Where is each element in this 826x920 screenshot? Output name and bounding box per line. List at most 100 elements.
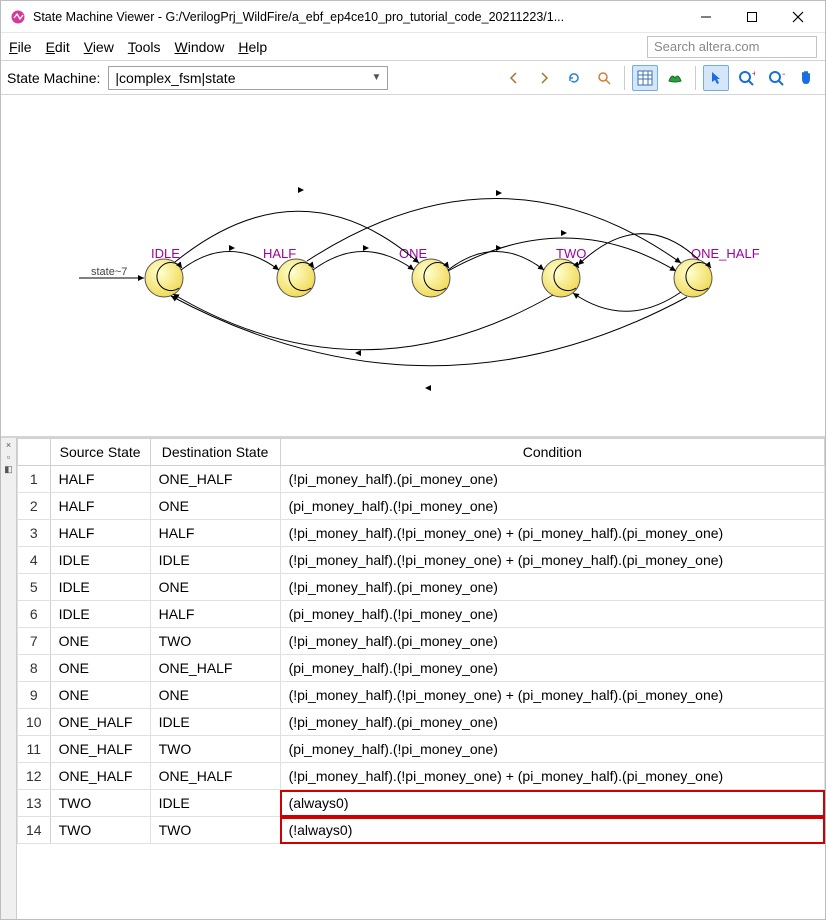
pan-tool-button[interactable] <box>793 65 819 91</box>
state-machine-value: |complex_fsm|state <box>115 70 235 86</box>
table-row[interactable]: 1HALFONE_HALF(!pi_money_half).(pi_money_… <box>18 466 825 493</box>
table-row[interactable]: 5IDLEONE(!pi_money_half).(pi_money_one) <box>18 574 825 601</box>
svg-text:+: + <box>752 69 755 78</box>
cell-condition: (!pi_money_half).(!pi_money_one) + (pi_m… <box>280 763 824 790</box>
svg-text:TWO: TWO <box>556 246 586 261</box>
svg-text:ONE_HALF: ONE_HALF <box>691 246 760 261</box>
row-number: 12 <box>18 763 51 790</box>
state-half[interactable]: HALF <box>263 246 315 297</box>
cell-condition: (!pi_money_half).(pi_money_one) <box>280 709 824 736</box>
cell-dest: ONE <box>150 682 280 709</box>
table-view-button[interactable] <box>632 65 658 91</box>
col-source[interactable]: Source State <box>50 439 150 466</box>
maximize-button[interactable] <box>729 1 775 33</box>
table-row[interactable]: 14TWOTWO(!always0) <box>18 817 825 844</box>
table-row[interactable]: 13TWOIDLE(always0) <box>18 790 825 817</box>
nav-back-button[interactable] <box>501 65 527 91</box>
bird-view-button[interactable] <box>662 65 688 91</box>
start-label: state~7 <box>91 266 127 278</box>
menu-window[interactable]: Window <box>175 39 225 55</box>
table-row[interactable]: 4IDLEIDLE(!pi_money_half).(!pi_money_one… <box>18 547 825 574</box>
minimize-button[interactable] <box>683 1 729 33</box>
menu-bar: File Edit View Tools Window Help Search … <box>1 33 825 61</box>
cell-dest: HALF <box>150 601 280 628</box>
table-row[interactable]: 10ONE_HALFIDLE(!pi_money_half).(pi_money… <box>18 709 825 736</box>
app-icon <box>9 8 27 26</box>
menu-file[interactable]: File <box>9 39 32 55</box>
find-button[interactable] <box>591 65 617 91</box>
close-button[interactable] <box>775 1 821 33</box>
table-row[interactable]: 12ONE_HALFONE_HALF(!pi_money_half).(!pi_… <box>18 763 825 790</box>
cell-condition: (!pi_money_half).(pi_money_one) <box>280 628 824 655</box>
search-placeholder: Search altera.com <box>654 39 760 54</box>
row-number: 2 <box>18 493 51 520</box>
state-machine-combo[interactable]: |complex_fsm|state ▼ <box>108 66 388 90</box>
pin-icon[interactable]: ▫ <box>7 452 10 462</box>
row-number: 4 <box>18 547 51 574</box>
table-row[interactable]: 2HALFONE(pi_money_half).(!pi_money_one) <box>18 493 825 520</box>
refresh-button[interactable] <box>561 65 587 91</box>
state-two[interactable]: TWO <box>542 246 586 297</box>
row-number: 13 <box>18 790 51 817</box>
svg-text:−: − <box>782 69 785 79</box>
cell-dest: IDLE <box>150 547 280 574</box>
cell-dest: IDLE <box>150 709 280 736</box>
cell-condition: (!pi_money_half).(!pi_money_one) + (pi_m… <box>280 547 824 574</box>
state-diagram[interactable]: state~7 IDLE HALF ONE TWO ONE_HALF <box>1 95 825 437</box>
cell-condition: (!pi_money_half).(pi_money_one) <box>280 466 824 493</box>
cell-source: ONE <box>50 682 150 709</box>
cell-condition: (!pi_money_half).(!pi_money_one) + (pi_m… <box>280 520 824 547</box>
cell-source: IDLE <box>50 574 150 601</box>
table-row[interactable]: 3HALFHALF(!pi_money_half).(!pi_money_one… <box>18 520 825 547</box>
cell-source: ONE <box>50 628 150 655</box>
window-title: State Machine Viewer - G:/VerilogPrj_Wil… <box>33 10 564 24</box>
search-input[interactable]: Search altera.com <box>647 36 817 58</box>
row-number: 5 <box>18 574 51 601</box>
transitions-panel: × ▫ ◧ Source State Destination State Con… <box>1 437 825 919</box>
col-dest[interactable]: Destination State <box>150 439 280 466</box>
col-cond[interactable]: Condition <box>280 439 824 466</box>
cell-source: HALF <box>50 466 150 493</box>
close-panel-icon[interactable]: × <box>6 440 11 450</box>
menu-edit[interactable]: Edit <box>46 39 70 55</box>
window-buttons <box>683 1 821 33</box>
cell-condition: (pi_money_half).(!pi_money_one) <box>280 493 824 520</box>
cell-condition: (always0) <box>280 790 824 817</box>
row-number: 8 <box>18 655 51 682</box>
cell-source: IDLE <box>50 601 150 628</box>
table-row[interactable]: 11ONE_HALFTWO(pi_money_half).(!pi_money_… <box>18 736 825 763</box>
cell-dest: ONE_HALF <box>150 466 280 493</box>
cell-source: TWO <box>50 790 150 817</box>
cell-condition: (pi_money_half).(!pi_money_one) <box>280 655 824 682</box>
table-row[interactable]: 6IDLEHALF(pi_money_half).(!pi_money_one) <box>18 601 825 628</box>
cell-dest: ONE <box>150 493 280 520</box>
cell-dest: ONE <box>150 574 280 601</box>
dock-icon[interactable]: ◧ <box>4 464 13 475</box>
table-row[interactable]: 7ONETWO(!pi_money_half).(pi_money_one) <box>18 628 825 655</box>
cell-condition: (!always0) <box>280 817 824 844</box>
table-row[interactable]: 9ONEONE(!pi_money_half).(!pi_money_one) … <box>18 682 825 709</box>
cell-dest: IDLE <box>150 790 280 817</box>
menu-tools[interactable]: Tools <box>128 39 161 55</box>
title-bar: State Machine Viewer - G:/VerilogPrj_Wil… <box>1 1 825 33</box>
cell-dest: TWO <box>150 736 280 763</box>
cell-dest: ONE_HALF <box>150 763 280 790</box>
row-number: 3 <box>18 520 51 547</box>
svg-text:HALF: HALF <box>263 246 296 261</box>
zoom-out-button[interactable]: − <box>763 65 789 91</box>
panel-handle[interactable]: × ▫ ◧ <box>1 438 17 919</box>
table-row[interactable]: 8ONEONE_HALF(pi_money_half).(!pi_money_o… <box>18 655 825 682</box>
nav-fwd-button[interactable] <box>531 65 557 91</box>
pointer-tool-button[interactable] <box>703 65 729 91</box>
cell-dest: ONE_HALF <box>150 655 280 682</box>
row-number: 6 <box>18 601 51 628</box>
state-machine-label: State Machine: <box>7 70 100 86</box>
cell-condition: (pi_money_half).(!pi_money_one) <box>280 736 824 763</box>
menu-help[interactable]: Help <box>238 39 267 55</box>
svg-text:IDLE: IDLE <box>151 246 180 261</box>
cell-dest: TWO <box>150 817 280 844</box>
row-number: 9 <box>18 682 51 709</box>
menu-view[interactable]: View <box>84 39 114 55</box>
cell-condition: (!pi_money_half).(pi_money_one) <box>280 574 824 601</box>
zoom-in-button[interactable]: + <box>733 65 759 91</box>
